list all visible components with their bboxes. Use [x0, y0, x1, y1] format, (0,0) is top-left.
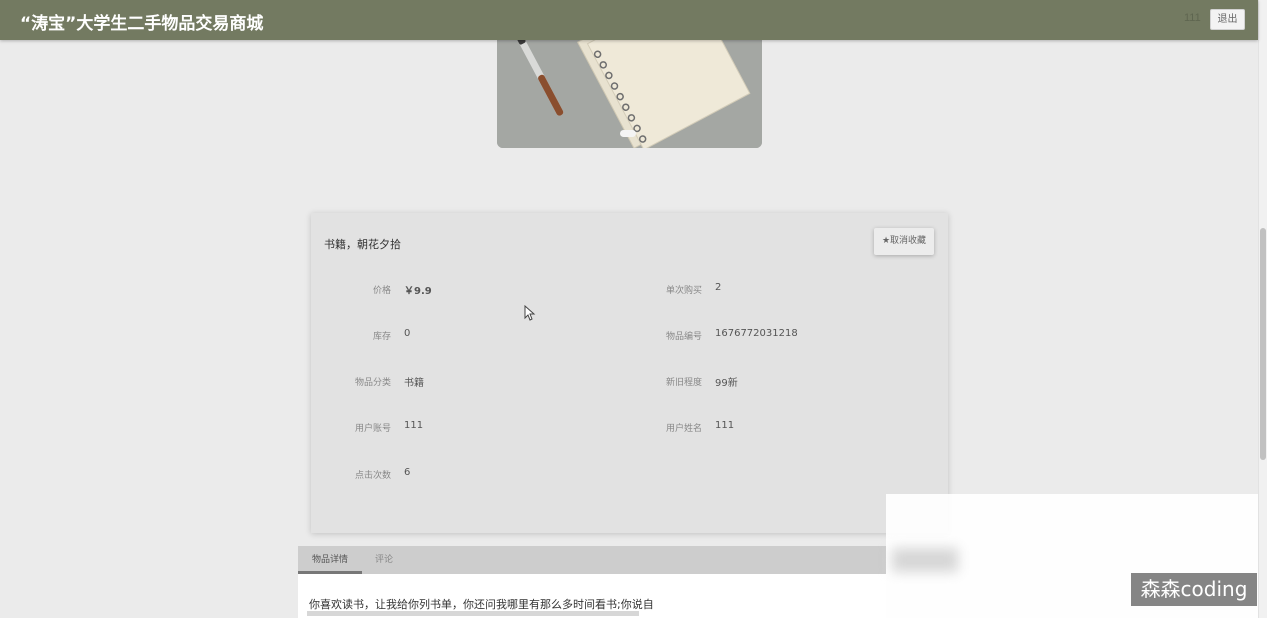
mouse-cursor-icon [524, 305, 536, 321]
username-link[interactable]: 111 [1184, 12, 1201, 24]
click-count-value: 6 [404, 467, 411, 478]
logout-button[interactable]: 退出 [1210, 9, 1245, 30]
scrollbar-thumb[interactable] [1260, 228, 1266, 460]
description-divider [307, 611, 639, 616]
site-title[interactable]: “涛宝”大学生二手物品交易商城 [20, 9, 263, 34]
item-detail-card: 书籍，朝花夕拾 ★取消收藏 价格 ￥9.9 单次购买 2 库存 0 物品编号 1… [311, 213, 948, 533]
item-description: 你喜欢读书，让我给你列书单，你还问我哪里有那么多时间看书;你说自 [309, 598, 654, 611]
blurred-shadow [892, 548, 958, 572]
purchase-limit-value: 2 [715, 282, 722, 293]
stock-label: 库存 [372, 332, 391, 342]
condition-value: 99新 [715, 378, 738, 389]
price-value: ￥9.9 [404, 286, 432, 297]
user-name-label: 用户姓名 [665, 424, 702, 434]
item-tabs-panel: 物品详情 评论 你喜欢读书，让我给你列书单，你还问我哪里有那么多时间看书;你说自 [298, 546, 886, 618]
item-title: 书籍，朝花夕拾 [324, 238, 401, 251]
item-image-carousel[interactable] [497, 40, 762, 148]
item-number-value: 1676772031218 [715, 328, 798, 339]
top-navbar: “涛宝”大学生二手物品交易商城 111 退出 [0, 0, 1258, 40]
click-count-label: 点击次数 [354, 471, 391, 481]
category-label: 物品分类 [354, 378, 391, 388]
tabs-bar: 物品详情 评论 [298, 546, 886, 574]
tab-item-details[interactable]: 物品详情 [298, 546, 362, 574]
watermark-label: 森森coding [1131, 573, 1257, 606]
user-account-label: 用户账号 [354, 424, 391, 434]
category-value: 书籍 [404, 378, 424, 389]
price-label: 价格 [372, 286, 391, 296]
stock-value: 0 [404, 328, 411, 339]
unfavorite-button[interactable]: ★取消收藏 [874, 228, 934, 255]
purchase-limit-label: 单次购买 [665, 286, 702, 296]
carousel-dot-indicator[interactable] [620, 130, 636, 137]
item-number-label: 物品编号 [665, 332, 702, 342]
user-name-value: 111 [715, 420, 735, 431]
tab-comments[interactable]: 评论 [362, 546, 406, 574]
user-account-value: 111 [404, 420, 424, 431]
condition-label: 新旧程度 [665, 378, 702, 388]
